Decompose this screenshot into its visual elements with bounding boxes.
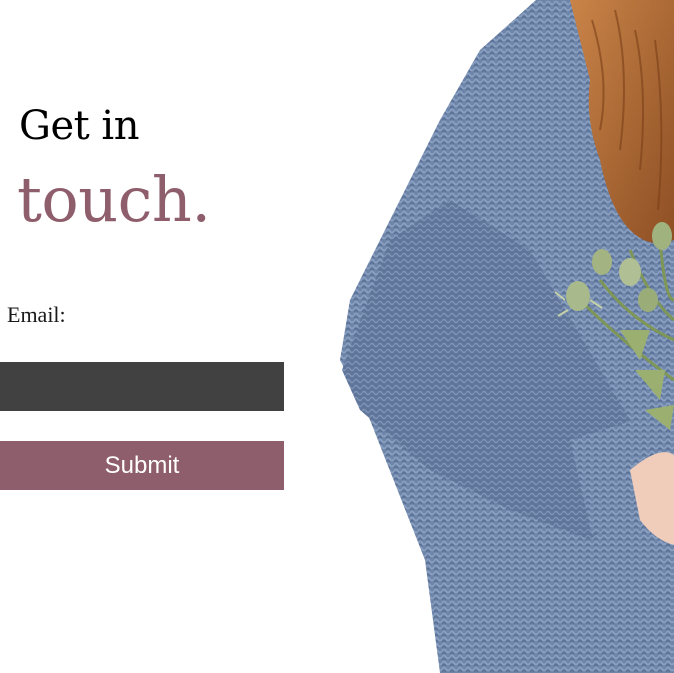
submit-button[interactable]: Submit — [0, 441, 284, 490]
email-label: Email: — [7, 302, 66, 327]
hero-photo — [330, 0, 674, 673]
email-field[interactable] — [0, 362, 284, 411]
heading-get-in: Get in — [19, 103, 139, 149]
heading-touch: touch. — [17, 163, 211, 236]
